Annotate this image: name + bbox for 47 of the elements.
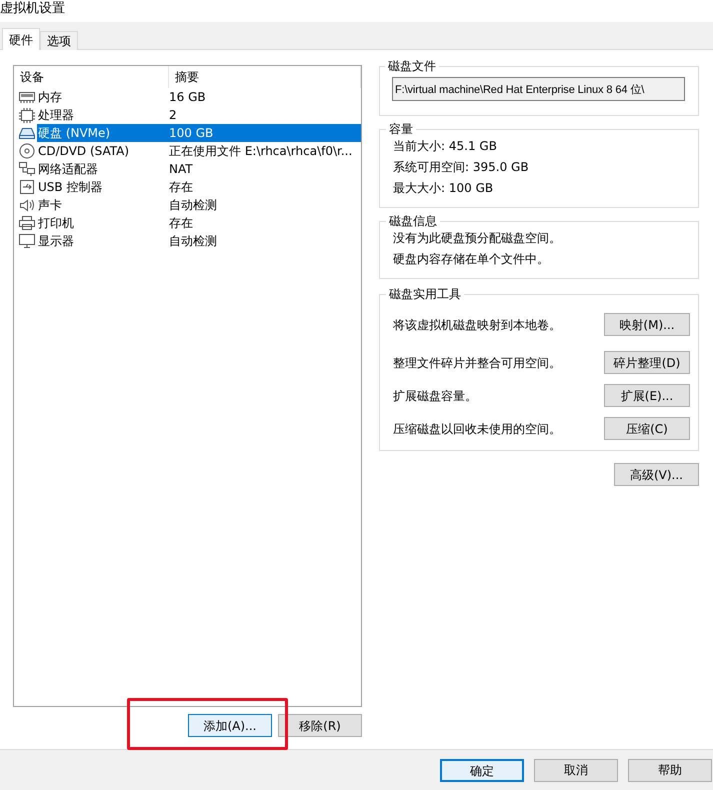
info-text: 系统可用空间: 395.0 GB bbox=[393, 159, 530, 176]
column-header: 设备 bbox=[14, 66, 169, 88]
info-text: 当前大小: 45.1 GB bbox=[393, 138, 498, 155]
info-text: 没有为此硬盘预分配磁盘空间。 bbox=[393, 230, 562, 247]
list-row[interactable]: 网络适配器 NAT bbox=[37, 160, 361, 178]
disk-file-field[interactable]: F:\virtual machine\Red Hat Enterprise Linux 8 64 位\ bbox=[392, 77, 685, 101]
list-row[interactable]: 声卡 自动检测 bbox=[37, 196, 361, 214]
printer-icon bbox=[18, 215, 36, 231]
group-title: 容量 bbox=[388, 122, 414, 136]
monitor-icon bbox=[18, 233, 36, 249]
network-icon bbox=[18, 161, 36, 177]
disc-icon bbox=[18, 143, 36, 159]
info-text: 硬盘内容存储在单个文件中。 bbox=[393, 251, 550, 268]
disk-drive-icon bbox=[18, 125, 36, 141]
utility-button[interactable]: 扩展(E)... bbox=[604, 384, 690, 407]
info-text: 最大大小: 100 GB bbox=[393, 180, 494, 197]
utility-description: 将该虚拟机磁盘映射到本地卷。 bbox=[393, 316, 561, 334]
list-row[interactable]: 处理器 2 bbox=[37, 106, 361, 124]
list-row[interactable]: USB 控制器 存在 bbox=[37, 178, 361, 196]
group-title: 磁盘文件 bbox=[387, 59, 437, 73]
list-row[interactable]: CD/DVD (SATA) 正在使用文件 E:\rhca\rhca\f0\r... bbox=[37, 142, 361, 160]
utility-button[interactable]: 碎片整理(D) bbox=[604, 351, 690, 374]
list-row[interactable]: 硬盘 (NVMe) 100 GB bbox=[37, 124, 361, 142]
group-title: 磁盘实用工具 bbox=[388, 287, 462, 301]
memory-icon bbox=[18, 89, 36, 105]
tab[interactable]: 硬件 bbox=[2, 28, 40, 50]
utility-button[interactable]: 压缩(C) bbox=[604, 417, 690, 440]
advanced-button[interactable]: 高级(V)... bbox=[614, 463, 699, 486]
button[interactable]: 取消 bbox=[534, 758, 618, 782]
chip-icon bbox=[18, 107, 36, 123]
button[interactable]: 确定 bbox=[440, 758, 524, 782]
list-row[interactable]: 显示器 自动检测 bbox=[37, 232, 361, 250]
speaker-icon bbox=[18, 197, 36, 213]
usb-icon bbox=[18, 179, 36, 195]
group-title: 磁盘信息 bbox=[388, 214, 438, 228]
utility-description: 整理文件碎片并整合可用空间。 bbox=[393, 354, 561, 372]
button[interactable]: 帮助 bbox=[628, 758, 712, 782]
tab[interactable]: 选项 bbox=[40, 31, 78, 50]
window-title: 虚拟机设置 bbox=[0, 0, 66, 18]
list-row[interactable]: 打印机 存在 bbox=[37, 214, 361, 232]
list-row[interactable]: 内存 16 GB bbox=[37, 88, 361, 106]
utility-description: 压缩磁盘以回收未使用的空间。 bbox=[393, 420, 561, 438]
button[interactable]: 移除(R) bbox=[278, 714, 362, 737]
column-header: 摘要 bbox=[169, 66, 361, 88]
button[interactable]: 添加(A)... bbox=[188, 714, 272, 737]
utility-button[interactable]: 映射(M)... bbox=[604, 313, 690, 336]
utility-description: 扩展磁盘容量。 bbox=[393, 388, 477, 404]
